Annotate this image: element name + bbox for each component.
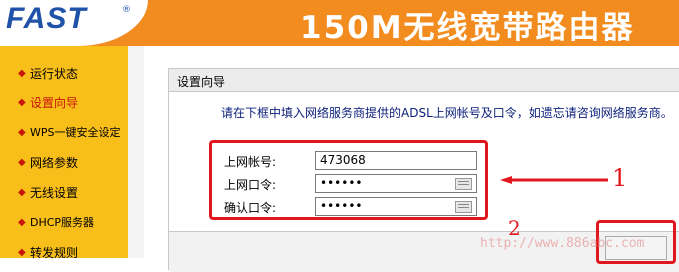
registered-mark: ®	[122, 5, 131, 15]
sidebar-item-label: WPS一键安全设定	[30, 126, 121, 139]
sidebar-item-label: 设置向导	[30, 96, 79, 110]
bullet-icon: ◆	[18, 247, 26, 258]
sidebar-menu: ◆ 运行状态 ◆ 设置向导 ◆ WPS一键安全设定 ◆ 网络参数 ◆ 无线设置 …	[0, 46, 128, 260]
panel-header: 设置向导	[169, 69, 679, 92]
bullet-icon: ◆	[18, 157, 26, 168]
sidebar-item-label: 网络参数	[30, 156, 79, 170]
bullet-icon: ◆	[18, 127, 26, 138]
sidebar-item-label: DHCP服务器	[30, 216, 95, 229]
logo-area: FAST ®	[0, 0, 148, 46]
product-title: 150M无线宽带路由器	[300, 10, 635, 46]
annotation-step-1: 1	[612, 164, 628, 192]
annotation-arrow-icon	[500, 176, 608, 184]
brand-logo: FAST	[6, 2, 87, 35]
bullet-icon: ◆	[18, 187, 26, 198]
instruction-text: 请在下框中填入网络服务商提供的ADSL上网帐号及口令，如遗忘请咨询网络服务商。	[221, 106, 673, 120]
sidebar-item-label: 运行状态	[30, 67, 79, 81]
sidebar-gutter	[128, 46, 144, 258]
watermark-text: http://www.886abc.com	[480, 236, 645, 251]
header-banner: FAST ® 150M无线宽带路由器	[0, 0, 679, 46]
panel-title: 设置向导	[177, 75, 226, 89]
annotation-frame-fields	[209, 140, 488, 220]
bullet-icon: ◆	[18, 68, 26, 79]
bullet-icon: ◆	[18, 217, 26, 228]
bullet-icon: ◆	[18, 97, 26, 108]
sidebar-item-label: 无线设置	[30, 186, 79, 200]
sidebar-item-label: 转发规则	[30, 246, 79, 260]
